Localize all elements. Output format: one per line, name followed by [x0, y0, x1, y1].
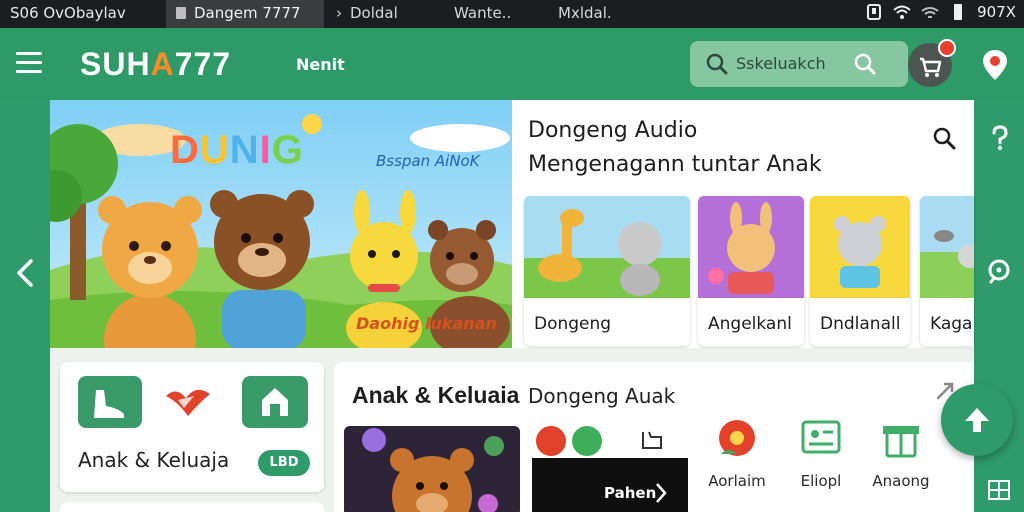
- scroll-top-button[interactable]: [941, 384, 1013, 456]
- cart-badge: [938, 39, 956, 57]
- menu-icon[interactable]: [16, 52, 42, 74]
- browser-tab[interactable]: Wante..: [444, 0, 521, 28]
- chevron-right-icon: [656, 483, 667, 503]
- story-card[interactable]: Kaga: [920, 196, 974, 346]
- status-clock: 907X: [977, 3, 1016, 21]
- hero-caption: Daohig lukanan: [356, 314, 497, 333]
- flower-icon: [719, 420, 755, 456]
- story-thumbnail: [920, 196, 974, 298]
- tab-label: Doldal: [350, 4, 398, 22]
- gift-icon: [883, 426, 919, 458]
- category-icon-button[interactable]: [78, 376, 142, 428]
- hero-banner[interactable]: DUNIG Bsspan AiNoK Daohig lukanan: [50, 100, 512, 348]
- signal-icon: [921, 7, 939, 18]
- house-icon: [262, 388, 288, 416]
- bear-illustration: [344, 426, 520, 512]
- search-icon: [706, 53, 728, 75]
- left-rail: [0, 100, 50, 512]
- panel-subheading: Mengenagann tuntar Anak: [528, 152, 822, 177]
- family-section: Anak & Keluaia Dongeng Auak Pahen Aorlai…: [334, 362, 974, 512]
- story-card-label: Dndlanall: [820, 314, 901, 334]
- story-card[interactable]: Angelkanl: [698, 196, 804, 346]
- story-card-label: Angelkanl: [708, 314, 792, 334]
- feature-label: Aorlaim: [708, 472, 766, 490]
- notification-icon: [867, 4, 882, 20]
- wifi-icon: [893, 5, 911, 19]
- story-thumbnail: [524, 196, 690, 298]
- browser-tab-active[interactable]: Dangem 7777: [166, 0, 324, 28]
- category-card-next[interactable]: [60, 502, 324, 512]
- leaf-badge-icon[interactable]: [572, 426, 602, 456]
- feature-item[interactable]: Anaong: [866, 416, 936, 490]
- tab-label: Wante..: [454, 4, 512, 22]
- play-banner[interactable]: Pahen: [532, 458, 688, 512]
- app-bar: SUHA777 Nenit Sskeluakch: [0, 28, 1024, 100]
- story-card-label: Dongeng: [534, 314, 612, 334]
- play-banner-label: Pahen: [604, 484, 657, 502]
- search-icon[interactable]: [932, 126, 956, 150]
- category-icon-button[interactable]: [242, 376, 308, 428]
- status-left-text: S06 OvObaylav: [10, 4, 126, 22]
- chat-icon[interactable]: [986, 258, 1012, 284]
- search-submit-icon[interactable]: [854, 53, 876, 75]
- panel-heading: Dongeng Audio: [528, 118, 698, 143]
- cart-button[interactable]: [908, 39, 956, 87]
- section-title: Anak & Keluaia: [352, 382, 520, 408]
- app-logo[interactable]: SUHA777: [80, 46, 231, 83]
- battery-icon: [954, 4, 963, 20]
- tab-label: Mxldal.: [558, 4, 612, 22]
- category-pill-button[interactable]: LBD: [258, 450, 310, 476]
- tab-favicon-icon: [176, 7, 186, 19]
- story-card[interactable]: Dndlanall: [810, 196, 910, 346]
- feature-label: Eliopl: [800, 472, 842, 490]
- tab-arrow-icon: ›: [336, 4, 342, 22]
- status-bar: S06 OvObaylav Dangem 7777 › Doldal Wante.…: [0, 0, 1024, 28]
- hero-title: DUNIG: [170, 128, 304, 172]
- story-thumbnail[interactable]: [344, 426, 520, 512]
- chevron-left-icon[interactable]: [14, 258, 36, 288]
- help-icon[interactable]: [988, 124, 1012, 152]
- feature-label: Anaong: [872, 472, 930, 490]
- category-label: Anak & Keluaja: [78, 448, 230, 472]
- id-card-icon: [801, 420, 841, 454]
- browser-tab[interactable]: › Doldal: [326, 0, 408, 28]
- hero-tagline: Bsspan AiNoK: [376, 152, 480, 170]
- tab-label: Dangem 7777: [194, 4, 301, 22]
- shoe-icon: [94, 390, 124, 418]
- location-pin-icon[interactable]: [980, 48, 1010, 82]
- story-thumbnail: [810, 196, 910, 298]
- grid-icon[interactable]: [988, 480, 1010, 500]
- heart-logo-icon: [166, 389, 210, 416]
- search-input[interactable]: Sskeluakch: [736, 54, 826, 73]
- category-card[interactable]: Anak & Keluaja LBD: [60, 362, 324, 492]
- folder-icon[interactable]: [640, 428, 664, 452]
- search-bar[interactable]: Sskeluakch: [690, 41, 908, 87]
- main-content: DUNIG Bsspan AiNoK Daohig lukanan Dongen…: [50, 100, 974, 512]
- browser-tab[interactable]: Mxldal.: [548, 0, 622, 28]
- arrow-up-icon: [965, 408, 989, 432]
- feature-item[interactable]: Aorlaim: [702, 416, 772, 490]
- audio-stories-panel: Dongeng Audio Mengenagann tuntar Anak Do…: [512, 100, 974, 348]
- feature-item[interactable]: Eliopl: [786, 416, 856, 490]
- flower-badge-icon[interactable]: [536, 426, 566, 456]
- story-card[interactable]: Dongeng: [524, 196, 690, 346]
- story-card-label: Kaga: [930, 314, 973, 334]
- story-thumbnail: [698, 196, 804, 298]
- section-subtitle: Dongeng Auak: [528, 384, 676, 408]
- nav-link[interactable]: Nenit: [296, 55, 345, 74]
